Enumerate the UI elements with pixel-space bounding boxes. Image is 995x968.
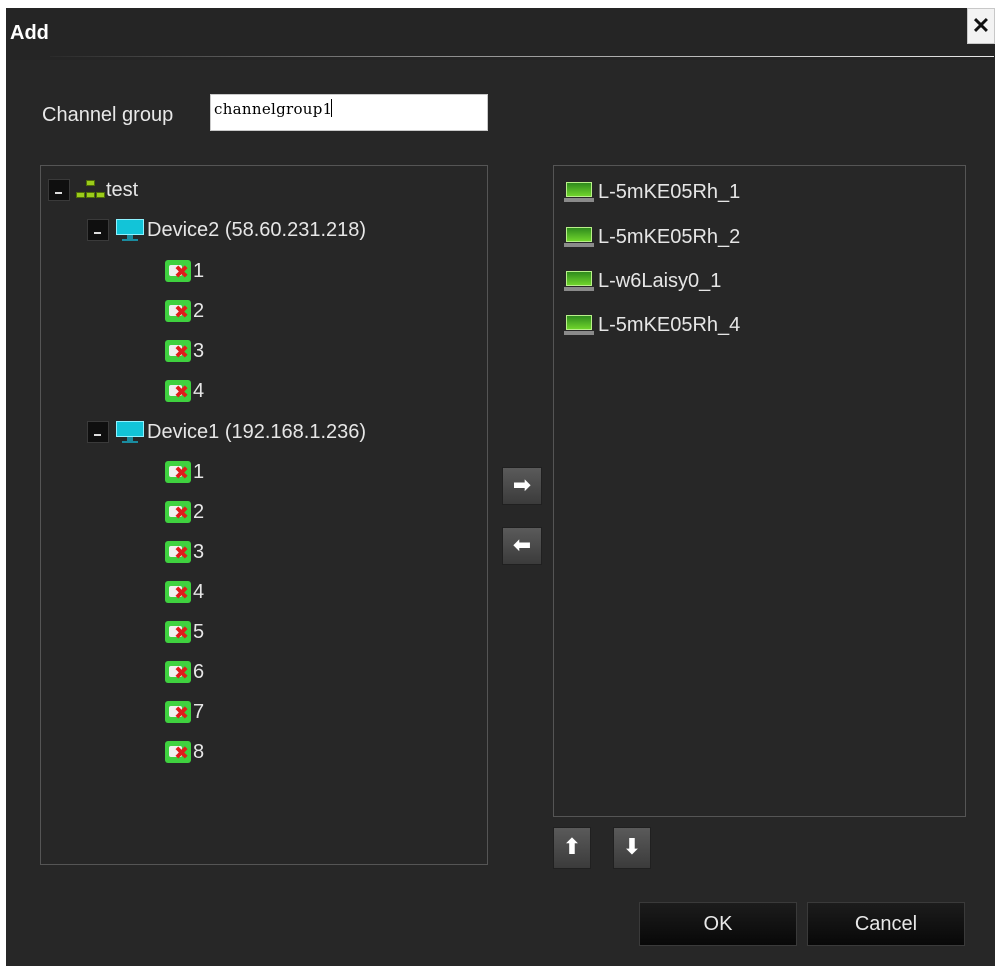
channel-label: 2 [193, 299, 205, 322]
camera-channel-icon [564, 225, 596, 249]
move-down-button[interactable]: ⬇ [613, 827, 651, 869]
remove-from-group-button[interactable]: ⬅ [502, 527, 542, 565]
camera-offline-icon: ✖ [165, 661, 191, 683]
collapse-toggle[interactable] [87, 421, 109, 443]
list-item[interactable]: L-5mKE05Rh_1 [564, 174, 740, 210]
tree-channel[interactable]: ✖ 3 [165, 333, 204, 369]
title-bar: Add ✕ [6, 8, 995, 60]
channel-label: 3 [193, 339, 205, 362]
tree-root-label: test [106, 178, 139, 201]
channel-label: 2 [193, 500, 205, 523]
tree-channel[interactable]: ✖ 6 [165, 654, 204, 690]
tree-channel[interactable]: ✖ 4 [165, 574, 204, 610]
device-label: Device2 (58.60.231.218) [147, 218, 367, 241]
camera-channel-icon [564, 180, 596, 204]
close-button[interactable]: ✕ [967, 8, 995, 44]
network-icon [76, 178, 106, 202]
channel-label: 3 [193, 540, 205, 563]
channel-label: 7 [193, 700, 205, 723]
camera-offline-icon: ✖ [165, 621, 191, 643]
monitor-icon [115, 420, 145, 444]
ok-button[interactable]: OK [639, 902, 797, 946]
arrow-down-icon: ⬇ [622, 835, 642, 860]
camera-offline-icon: ✖ [165, 581, 191, 603]
channel-group-input[interactable]: channelgroup1 [210, 94, 488, 131]
camera-offline-icon: ✖ [165, 260, 191, 282]
title-divider [50, 56, 994, 57]
list-item-label: L-5mKE05Rh_1 [598, 180, 741, 203]
channel-label: 1 [193, 259, 205, 282]
arrow-up-icon: ⬆ [562, 835, 582, 860]
tree-channel[interactable]: ✖ 2 [165, 494, 204, 530]
tree-channel[interactable]: ✖ 7 [165, 694, 204, 730]
channel-label: 8 [193, 740, 205, 763]
tree-channel[interactable]: ✖ 8 [165, 734, 204, 770]
channel-label: 6 [193, 660, 205, 683]
list-item[interactable]: L-5mKE05Rh_4 [564, 307, 740, 343]
list-item-label: L-5mKE05Rh_2 [598, 225, 741, 248]
arrow-right-icon: ➡ [512, 473, 532, 498]
close-icon: ✕ [971, 13, 991, 38]
camera-offline-icon: ✖ [165, 501, 191, 523]
channel-group-value: channelgroup1 [214, 100, 333, 118]
device-label: Device1 (192.168.1.236) [147, 420, 367, 443]
list-item[interactable]: L-w6Laisy0_1 [564, 263, 721, 299]
dialog-title: Add [10, 22, 49, 44]
camera-channel-icon [564, 313, 596, 337]
channel-group-label: Channel group [42, 104, 174, 126]
tree-channel[interactable]: ✖ 1 [165, 454, 204, 490]
move-up-button[interactable]: ⬆ [553, 827, 591, 869]
tree-channel[interactable]: ✖ 2 [165, 293, 204, 329]
tree-channel[interactable]: ✖ 3 [165, 534, 204, 570]
list-item-label: L-5mKE05Rh_4 [598, 313, 741, 336]
camera-offline-icon: ✖ [165, 741, 191, 763]
camera-offline-icon: ✖ [165, 380, 191, 402]
arrow-left-icon: ⬅ [512, 533, 532, 558]
camera-offline-icon: ✖ [165, 541, 191, 563]
camera-channel-icon [564, 269, 596, 293]
tree-channel[interactable]: ✖ 5 [165, 614, 204, 650]
monitor-icon [115, 218, 145, 242]
list-item[interactable]: L-5mKE05Rh_2 [564, 219, 740, 255]
camera-offline-icon: ✖ [165, 461, 191, 483]
channel-label: 4 [193, 580, 205, 603]
channel-label: 4 [193, 379, 205, 402]
tree-channel[interactable]: ✖ 4 [165, 373, 204, 409]
camera-offline-icon: ✖ [165, 701, 191, 723]
tree-channel[interactable]: ✖ 1 [165, 253, 204, 289]
camera-offline-icon: ✖ [165, 300, 191, 322]
tree-root[interactable]: test [48, 172, 138, 208]
add-dialog: Add ✕ Channel group channelgroup1 test D… [6, 8, 995, 966]
group-channel-list[interactable]: L-5mKE05Rh_1 L-5mKE05Rh_2 L-w6Laisy0_1 L… [553, 165, 966, 817]
text-caret [330, 99, 332, 117]
add-to-group-button[interactable]: ➡ [502, 467, 542, 505]
channel-label: 1 [193, 460, 205, 483]
cancel-button[interactable]: Cancel [807, 902, 965, 946]
tree-device[interactable]: Device1 (192.168.1.236) [87, 414, 366, 450]
list-item-label: L-w6Laisy0_1 [598, 269, 722, 292]
collapse-toggle[interactable] [87, 219, 109, 241]
channel-label: 5 [193, 620, 205, 643]
tree-device[interactable]: Device2 (58.60.231.218) [87, 212, 366, 248]
collapse-toggle[interactable] [48, 179, 70, 201]
device-tree-panel[interactable]: test Device2 (58.60.231.218) ✖ 1 ✖ 2 ✖ 3… [40, 165, 488, 865]
camera-offline-icon: ✖ [165, 340, 191, 362]
